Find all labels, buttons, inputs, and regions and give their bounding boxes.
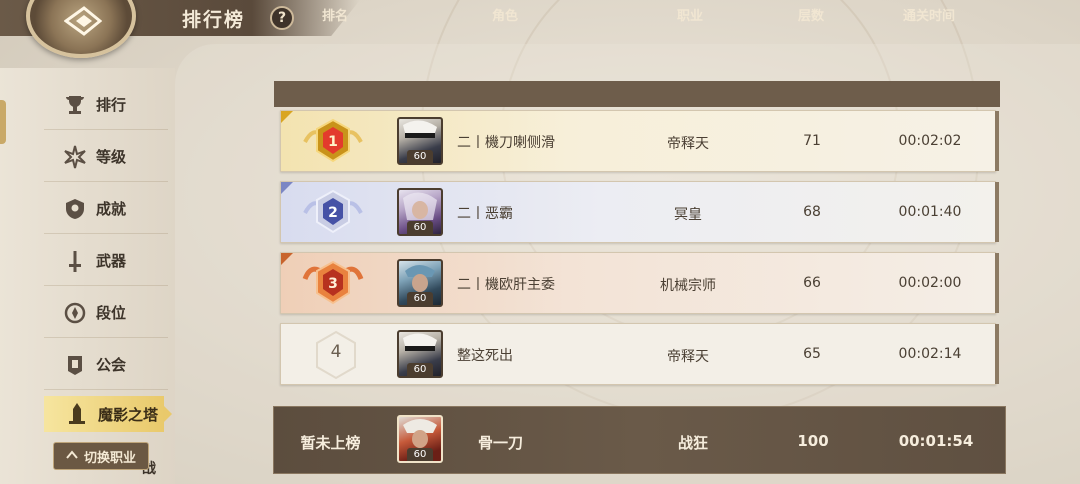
- my-rank-row: 暂未上榜 60 骨一刀 战狂 100 00:01:54: [273, 406, 1006, 474]
- table-row[interactable]: 4 60 整这死出 帝释天 65 00:02:14: [280, 323, 999, 385]
- sidebar-item-rank-tier[interactable]: 段位: [44, 288, 168, 338]
- shield-badge-icon: [62, 196, 88, 222]
- column-rank: 排名: [321, 9, 348, 24]
- player-class: 机械宗师: [660, 278, 716, 294]
- sidebar-item-label: 魔影之塔: [98, 405, 159, 424]
- sidebar-item-label: 公会: [96, 356, 127, 374]
- avatar[interactable]: 60: [397, 330, 443, 378]
- character-portrait-icon: [405, 265, 435, 292]
- table-row[interactable]: 2 60 二丨恶霸 冥皇 68 00:01:40: [280, 181, 999, 243]
- sidebar-item-achievement[interactable]: 成就: [44, 184, 168, 234]
- level-badge: 60: [407, 150, 433, 163]
- table-row[interactable]: 1 60 二丨機刀喇侧滑 帝释天 71 00:02:02: [280, 110, 999, 172]
- bronze-rank-badge-icon: 3: [302, 260, 364, 305]
- level-badge: 60: [407, 448, 433, 461]
- player-name: 整这死出: [457, 348, 513, 364]
- character-portrait-icon: [403, 419, 437, 448]
- sidebar-item-level[interactable]: 等级: [44, 132, 168, 182]
- sidebar-item-label: 段位: [96, 304, 127, 322]
- page-title: 排行榜: [182, 9, 246, 31]
- avatar[interactable]: 60: [397, 117, 443, 165]
- chevron-up-icon: [66, 449, 78, 464]
- player-class: 帝释天: [667, 136, 709, 152]
- back-arrow-icon: [64, 6, 102, 36]
- rank-corner: [281, 182, 293, 194]
- rank-corner: [281, 111, 293, 123]
- guild-banner-icon: [62, 352, 88, 378]
- column-clear-time: 通关时间: [902, 9, 955, 24]
- tower-icon: [64, 401, 90, 427]
- column-floors: 层数: [797, 9, 824, 24]
- my-player-class: 战狂: [677, 434, 708, 452]
- back-button[interactable]: [26, 0, 136, 58]
- sidebar-item-weapon[interactable]: 武器: [44, 236, 168, 286]
- table-row[interactable]: 3 60 二丨機欧肝主委 机械宗师 66 00:02:00: [280, 252, 999, 314]
- level-badge: 60: [407, 221, 433, 234]
- rank-number: 2: [328, 205, 338, 221]
- avatar[interactable]: 60: [397, 415, 443, 463]
- gold-rank-badge-icon: 1: [303, 118, 363, 163]
- table-header: [274, 81, 1000, 107]
- rank-corner: [281, 253, 293, 265]
- sidebar-item-label: 排行: [96, 96, 127, 114]
- sidebar-item-label: 等级: [96, 148, 127, 166]
- switch-class-label: 切换职业: [83, 450, 136, 466]
- floors-value: 65: [803, 346, 821, 362]
- clear-time-value: 00:02:14: [898, 346, 962, 362]
- sidebar-item-ranking[interactable]: 排行: [44, 80, 168, 130]
- sidebar-item-label: 武器: [96, 252, 127, 270]
- clear-time-value: 00:02:02: [898, 133, 962, 149]
- column-class: 职业: [676, 9, 703, 24]
- switch-class-button[interactable]: 切换职业: [53, 442, 149, 470]
- sidebar-item-shadow-tower[interactable]: 魔影之塔: [44, 396, 164, 432]
- player-name: 二丨機欧肝主委: [457, 277, 555, 293]
- active-pointer: [164, 406, 172, 422]
- player-name: 二丨恶霸: [457, 206, 513, 222]
- floors-value: 68: [803, 204, 821, 220]
- player-class: 帝释天: [667, 349, 709, 365]
- floors-value: 66: [803, 275, 821, 291]
- level-badge: 60: [407, 363, 433, 376]
- sidebar-item-guild[interactable]: 公会: [44, 340, 168, 390]
- character-portrait-icon: [403, 120, 437, 138]
- trophy-icon: [62, 92, 88, 118]
- sidebar-item-label: 成就: [96, 200, 127, 218]
- star-burst-icon: [62, 144, 88, 170]
- floors-value: 71: [803, 133, 821, 149]
- player-name: 二丨機刀喇侧滑: [457, 135, 555, 151]
- player-class: 冥皇: [674, 207, 702, 223]
- rank-number: 1: [328, 134, 338, 150]
- character-portrait-icon: [403, 333, 437, 351]
- rank-number: 4: [330, 342, 342, 362]
- silver-rank-badge-icon: 2: [303, 189, 363, 234]
- rank-number: 3: [328, 276, 338, 292]
- clear-time-value: 00:01:40: [898, 204, 962, 220]
- sidebar-edge-tab: [0, 100, 6, 144]
- my-clear-time-value: 00:01:54: [898, 432, 974, 450]
- rank-emblem-icon: [62, 300, 88, 326]
- my-player-name: 骨一刀: [478, 434, 524, 452]
- character-portrait-icon: [403, 192, 437, 220]
- sword-icon: [62, 248, 88, 274]
- help-button[interactable]: ?: [270, 6, 294, 30]
- column-character: 角色: [491, 9, 518, 24]
- my-rank-status: 暂未上榜: [300, 434, 361, 452]
- level-badge: 60: [407, 292, 433, 305]
- avatar[interactable]: 60: [397, 259, 443, 307]
- avatar[interactable]: 60: [397, 188, 443, 236]
- clear-time-value: 00:02:00: [898, 275, 962, 291]
- my-floors-value: 100: [797, 432, 829, 450]
